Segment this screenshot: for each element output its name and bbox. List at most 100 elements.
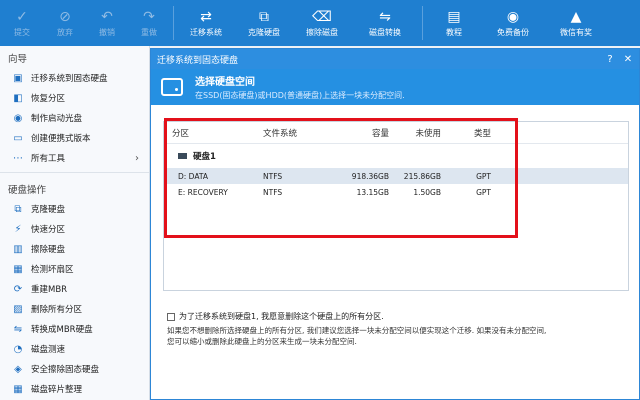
dialog-header: 选择硬盘空间 在SSD(固态硬盘)或HDD(普通硬盘)上选择一块未分配空间. [151,69,639,105]
sidebar-item[interactable]: ⟳ 重建MBR [0,279,149,299]
sidebar-item[interactable]: ◔ 磁盘测速 [0,339,149,359]
sidebar-item[interactable]: ◈ 安全擦除固态硬盘 [0,359,149,379]
sidebar-item[interactable]: ▦ 检测坏扇区 [0,259,149,279]
sidebar-item[interactable]: ▨ 删除所有分区 [0,299,149,319]
help-icon[interactable]: ? [603,52,617,66]
guide-section-title: 向导 [8,54,28,65]
toolbar-button-label: 提交 [14,27,30,37]
sidebar-item[interactable]: ▣ 迁移系统到固态硬盘 [0,68,149,88]
redo-icon: ↷ [143,8,155,25]
sidebar-item-label: 快速分区 [31,225,66,235]
delete-partitions-option[interactable]: 为了迁移系统到硬盘1, 我愿意删除这个硬盘上的所有分区. [167,311,384,322]
tutorial-icon: ▤ [447,8,461,25]
chevron-right-icon: › [135,152,139,164]
migrate-icon: ⇄ [200,8,212,25]
sidebar-item[interactable]: ⋯ 所有工具 › [0,148,149,168]
sidebar-item-label: 恢复分区 [31,94,66,104]
toolbar-button-label: 撤销 [99,27,115,37]
toolbar-button-0[interactable]: ✓ 提交 [0,0,44,46]
toolbar-button-9[interactable]: ◉ 免费备份 [482,0,544,46]
toolbar-separator [173,6,174,40]
hard-disk-icon [161,78,183,96]
defrag-icon: ▦ [13,383,23,395]
toolbar-button-label: 重做 [141,27,157,37]
toolbar-button-3[interactable]: ↷ 重做 [128,0,170,46]
toolbar-button-label: 磁盘转换 [369,27,401,37]
cancel-icon: ⊘ [59,8,71,25]
sidebar-item-label: 安全擦除固态硬盘 [31,365,100,375]
header-title: 选择硬盘空间 [195,77,255,88]
toolbar-button-label: 擦除磁盘 [306,27,338,37]
sidebar-divider [0,172,149,173]
sidebar-item-label: 删除所有分区 [31,305,83,315]
undo-icon: ↶ [101,8,113,25]
guide-list: ▣ 迁移系统到固态硬盘 ◧ 恢复分区 ◉ 制作启动光盘 ▭ 创建便携式版本 ⋯ 所有工具 › [0,68,149,168]
sidebar-item[interactable]: ▥ 擦除硬盘 [0,239,149,259]
note-text: 如果您不想删除所选择硬盘上的所有分区, 我们建议您选择一块未分配空间以便实现这个… [167,325,546,347]
toolbar-button-7[interactable]: ⇋ 磁盘转换 [351,0,419,46]
toolbar-button-label: 微信有奖 [560,27,592,37]
wipe-disk-icon: ⌫ [312,8,332,25]
main-toolbar: ✓ 提交 ⊘ 放弃 ↶ 撤销 ↷ 重做 ⇄ 迁移系统 ⧉ 克隆硬盘 ⌫ 擦除磁盘 ⇋ 磁盘转换 ▤ 教程 ◉ 免费备份… [0,0,640,46]
sidebar-item[interactable]: ◉ 制作启动光盘 [0,108,149,128]
toolbar-button-label: 迁移系统 [190,27,222,37]
toolbar-button-label: 教程 [446,27,462,37]
sidebar-item[interactable]: ⚡ 快速分区 [0,219,149,239]
toolbar-separator [422,6,423,40]
convert-disk-icon: ⇋ [379,8,391,25]
sidebar-item-label: 磁盘测速 [31,345,66,355]
quick-partition-icon: ⚡ [14,223,22,235]
sidebar-item-label: 转换成MBR硬盘 [31,325,93,335]
toolbar-button-4[interactable]: ⇄ 迁移系统 [177,0,235,46]
portable-icon: ▭ [13,132,23,144]
sidebar-item-label: 磁盘碎片整理 [31,385,83,395]
toolbar-button-6[interactable]: ⌫ 擦除磁盘 [293,0,351,46]
migrate-icon: ▣ [13,72,23,84]
toolbar-button-1[interactable]: ⊘ 放弃 [44,0,86,46]
clone-disk-icon: ⧉ [14,203,22,215]
toolbar-button-label: 克隆硬盘 [248,27,280,37]
boot-disc-icon: ◉ [13,112,23,124]
sidebar-item-label: 制作启动光盘 [31,114,83,124]
wechat-icon: ▲ [570,8,582,25]
check-icon: ✓ [16,8,28,25]
highlight-box [164,118,518,238]
sidebar-item[interactable]: ▭ 创建便携式版本 [0,128,149,148]
note-line-2: 您可以缩小或删除此硬盘上的分区来生成一块未分配空间. [167,337,357,346]
sidebar-item[interactable]: ⇋ 转换成MBR硬盘 [0,319,149,339]
sidebar-item-label: 迁移系统到固态硬盘 [31,74,108,84]
toolbar-button-10[interactable]: ▲ 微信有奖 [544,0,608,46]
sidebar: 向导 ▣ 迁移系统到固态硬盘 ◧ 恢复分区 ◉ 制作启动光盘 ▭ 创建便携式版本 ⋯ 所有工具 › … [0,46,150,400]
backup-icon: ◉ [506,8,520,25]
header-subtitle: 在SSD(固态硬盘)或HDD(普通硬盘)上选择一块未分配空间. [195,91,405,100]
toolbar-button-label: 放弃 [57,27,73,37]
note-line-1: 如果您不想删除所选择硬盘上的所有分区, 我们建议您选择一块未分配空间以便实现这个… [167,326,547,335]
convert-mbr-icon: ⇋ [13,323,23,335]
toolbar-button-8[interactable]: ▤ 教程 [426,0,482,46]
sidebar-item-label: 重建MBR [31,285,68,295]
sidebar-item-label: 创建便携式版本 [31,134,91,144]
delete-partitions-checkbox[interactable] [167,312,175,321]
sidebar-item-label: 检测坏扇区 [31,265,74,275]
sidebar-item-label: 擦除硬盘 [31,245,66,255]
rebuild-mbr-icon: ⟳ [13,283,23,295]
close-icon[interactable]: ✕ [621,52,635,66]
clone-disk-icon: ⧉ [259,8,269,25]
sidebar-item[interactable]: ▦ 磁盘碎片整理 [0,379,149,399]
toolbar-button-2[interactable]: ↶ 撤销 [86,0,128,46]
dialog-title: 迁移系统到固态硬盘 [157,55,239,66]
sidebar-item-label: 所有工具 [31,154,66,164]
toolbar-button-5[interactable]: ⧉ 克隆硬盘 [235,0,293,46]
sidebar-item[interactable]: ◧ 恢复分区 [0,88,149,108]
bad-sector-icon: ▦ [13,263,23,275]
toolbar-button-label: 免费备份 [497,27,529,37]
disk-ops-list: ⧉ 克隆硬盘 ⚡ 快速分区 ▥ 擦除硬盘 ▦ 检测坏扇区 ⟳ 重建MBR ▨ 删除所有分区 ⇋ 转换成MB… [0,199,149,399]
disk-section-title: 硬盘操作 [8,185,47,196]
secure-erase-icon: ◈ [14,363,22,375]
delete-partitions-icon: ▨ [13,303,23,315]
recover-partition-icon: ◧ [13,92,23,104]
speed-test-icon: ◔ [13,343,23,355]
dialog-titlebar: 迁移系统到固态硬盘 ? ✕ [151,49,639,69]
sidebar-item-label: 克隆硬盘 [31,205,66,215]
sidebar-item[interactable]: ⧉ 克隆硬盘 [0,199,149,219]
